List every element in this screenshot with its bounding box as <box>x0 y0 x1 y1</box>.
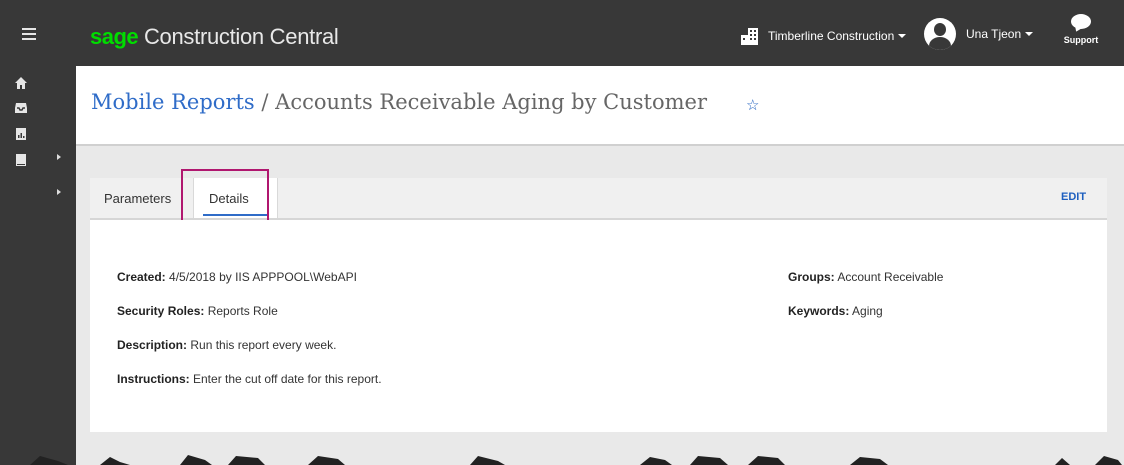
tab-highlight-box <box>181 169 269 226</box>
report-icon[interactable] <box>14 127 28 141</box>
torn-edge-decoration <box>30 455 1122 465</box>
keywords-value: Aging <box>849 304 883 318</box>
instructions-value: Enter the cut off date for this report. <box>189 372 382 386</box>
instructions-label: Instructions: <box>117 372 190 386</box>
groups-label: Groups: <box>788 270 835 284</box>
left-sidebar <box>0 66 76 465</box>
brand-logo: sage <box>90 24 139 49</box>
avatar <box>924 18 956 50</box>
description-label: Description: <box>117 338 188 352</box>
company-selector[interactable]: Timberline Construction <box>740 26 907 46</box>
user-menu[interactable]: Una Tjeon <box>924 18 1034 50</box>
hamburger-menu-icon[interactable] <box>22 28 36 40</box>
page-title: Accounts Receivable Aging by Customer <box>275 90 707 114</box>
groups-field: Groups: Account Receivable <box>788 270 943 284</box>
chevron-down-icon <box>898 34 907 38</box>
chat-bubble-icon <box>1071 14 1091 29</box>
app-brand[interactable]: sage Construction Central <box>90 24 339 50</box>
page-header: Mobile Reports / Accounts Receivable Agi… <box>76 66 1124 146</box>
description-field: Description: Run this report every week. <box>117 338 336 352</box>
description-value: Run this report every week. <box>187 338 337 352</box>
book-icon[interactable] <box>14 153 28 167</box>
chevron-down-icon <box>1025 32 1034 36</box>
security-roles-field: Security Roles: Reports Role <box>117 304 278 318</box>
tab-parameters[interactable]: Parameters <box>104 178 171 218</box>
groups-value: Account Receivable <box>834 270 944 284</box>
top-navigation-bar: sage Construction Central Timberline Con… <box>0 0 1124 66</box>
edit-button[interactable]: EDIT <box>1061 191 1086 203</box>
keywords-label: Keywords: <box>788 304 850 318</box>
created-label: Created: <box>117 270 166 284</box>
star-icon[interactable]: ☆ <box>746 96 759 114</box>
building-icon <box>741 28 758 45</box>
instructions-field: Instructions: Enter the cut off date for… <box>117 372 382 386</box>
created-field: Created: 4/5/2018 by IIS APPPOOL\WebAPI <box>117 270 357 284</box>
company-name: Timberline Construction <box>768 29 895 43</box>
breadcrumb: Mobile Reports / Accounts Receivable Agi… <box>91 90 707 114</box>
support-button[interactable]: Support <box>1060 14 1102 45</box>
chevron-right-icon[interactable] <box>57 154 61 160</box>
support-label: Support <box>1063 35 1099 45</box>
created-value: 4/5/2018 by IIS APPPOOL\WebAPI <box>165 270 357 284</box>
security-roles-value: Reports Role <box>204 304 278 318</box>
inbox-icon[interactable] <box>14 101 28 115</box>
brand-name: Construction Central <box>138 24 339 49</box>
home-icon[interactable] <box>14 76 28 90</box>
breadcrumb-separator: / <box>254 90 276 114</box>
chevron-right-icon[interactable] <box>57 189 61 195</box>
keywords-field: Keywords: Aging <box>788 304 883 318</box>
details-panel <box>90 220 1107 432</box>
security-roles-label: Security Roles: <box>117 304 205 318</box>
user-name: Una Tjeon <box>966 27 1022 41</box>
tab-parameters-label: Parameters <box>104 190 172 206</box>
breadcrumb-link-mobile-reports[interactable]: Mobile Reports <box>91 90 255 114</box>
